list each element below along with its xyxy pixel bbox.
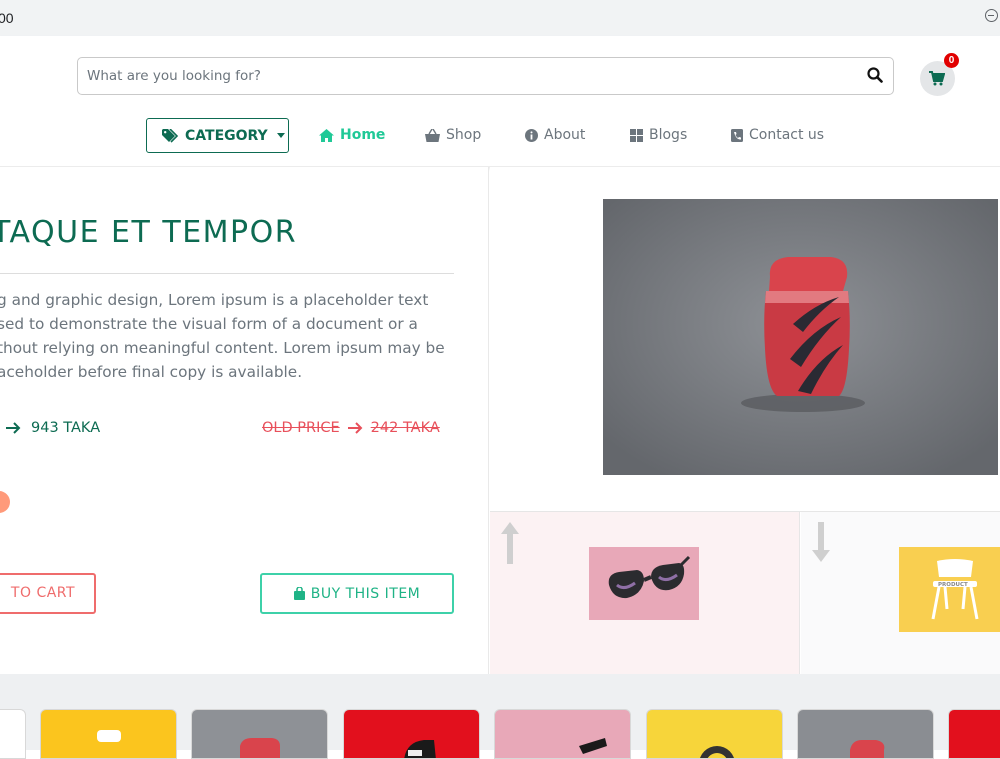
cart-icon xyxy=(929,71,945,86)
shopping-bag-icon xyxy=(293,587,305,600)
new-price-value: 943 TAKA xyxy=(31,420,101,436)
related-product-card[interactable] xyxy=(494,709,631,759)
product-description: g and graphic design, Lorem ipsum is a p… xyxy=(0,288,454,384)
new-price: 943 TAKA xyxy=(6,420,100,436)
description-line: g and graphic design, Lorem ipsum is a p… xyxy=(0,291,429,309)
main-nav: CATEGORY Home Shop About Blogs Contact u… xyxy=(0,118,1000,154)
main-product-image xyxy=(603,199,998,475)
category-dropdown-button[interactable]: CATEGORY xyxy=(146,118,289,153)
product-gallery: PRODUCT xyxy=(490,167,1000,674)
category-label: CATEGORY xyxy=(185,127,268,144)
chair-tag-label: PRODUCT xyxy=(938,582,968,588)
arrow-down-icon[interactable] xyxy=(812,522,830,562)
basket-icon xyxy=(425,128,440,142)
nav-contact[interactable]: Contact us xyxy=(731,127,824,143)
search-input[interactable] xyxy=(78,58,838,94)
nav-blogs[interactable]: Blogs xyxy=(630,127,687,143)
title-divider xyxy=(0,273,454,274)
zoom-out-icon[interactable] xyxy=(985,9,998,22)
product-title: TAQUE ET TEMPOR xyxy=(0,215,298,250)
old-price-value: 242 TAKA xyxy=(370,420,440,436)
nav-home-label: Home xyxy=(340,127,386,143)
grid-icon xyxy=(630,128,643,142)
address-bar[interactable]: 00 xyxy=(0,3,1000,33)
nav-shop-label: Shop xyxy=(446,127,482,143)
nav-about-label: About xyxy=(544,127,586,143)
buy-item-button[interactable]: BUY THIS ITEM xyxy=(260,573,454,614)
thumbnail-chair[interactable]: PRODUCT xyxy=(801,512,1000,674)
buy-item-label: BUY THIS ITEM xyxy=(310,585,421,602)
related-product-card[interactable] xyxy=(40,709,177,759)
old-price-label: OLD PRICE xyxy=(262,420,340,436)
related-product-card[interactable] xyxy=(0,709,26,759)
caret-down-icon xyxy=(276,133,285,138)
related-product-card[interactable] xyxy=(797,709,934,759)
info-icon xyxy=(525,128,538,142)
arrow-up-icon[interactable] xyxy=(501,522,519,564)
phone-icon xyxy=(731,128,743,142)
home-icon xyxy=(319,128,334,142)
chair-image: PRODUCT xyxy=(899,547,1000,632)
thumbnail-sunglasses[interactable] xyxy=(490,512,800,674)
arrow-right-icon xyxy=(347,422,363,434)
add-to-cart-button[interactable]: TO CART xyxy=(0,573,96,614)
site-header: 0 CATEGORY Home Shop About Blogs Contact… xyxy=(0,36,1000,167)
related-product-card[interactable] xyxy=(343,709,480,759)
cart-count-badge: 0 xyxy=(944,53,959,68)
description-line: thout relying on meaningful content. Lor… xyxy=(0,339,445,357)
nav-about[interactable]: About xyxy=(525,127,585,143)
arrow-right-icon xyxy=(6,422,21,434)
description-line: sed to demonstrate the visual form of a … xyxy=(0,315,418,333)
search-icon[interactable] xyxy=(867,67,885,85)
sunglasses-image xyxy=(589,547,699,620)
product-details: TAQUE ET TEMPOR g and graphic design, Lo… xyxy=(0,167,489,674)
related-products-strip xyxy=(0,674,1000,759)
nav-contact-label: Contact us xyxy=(749,127,825,143)
search-box xyxy=(77,57,894,95)
related-product-card[interactable] xyxy=(646,709,783,759)
related-product-card[interactable] xyxy=(948,709,1000,759)
address-text: 00 xyxy=(0,10,14,26)
color-swatch[interactable] xyxy=(0,491,10,513)
tags-icon xyxy=(162,128,179,143)
nav-home[interactable]: Home xyxy=(319,127,385,143)
nav-blogs-label: Blogs xyxy=(649,127,688,143)
description-line: aceholder before final copy is available… xyxy=(0,363,303,381)
nav-shop[interactable]: Shop xyxy=(425,127,481,143)
browser-toolbar: 00 xyxy=(0,0,1000,36)
old-price: OLD PRICE 242 TAKA xyxy=(262,420,440,436)
related-product-card[interactable] xyxy=(191,709,328,759)
